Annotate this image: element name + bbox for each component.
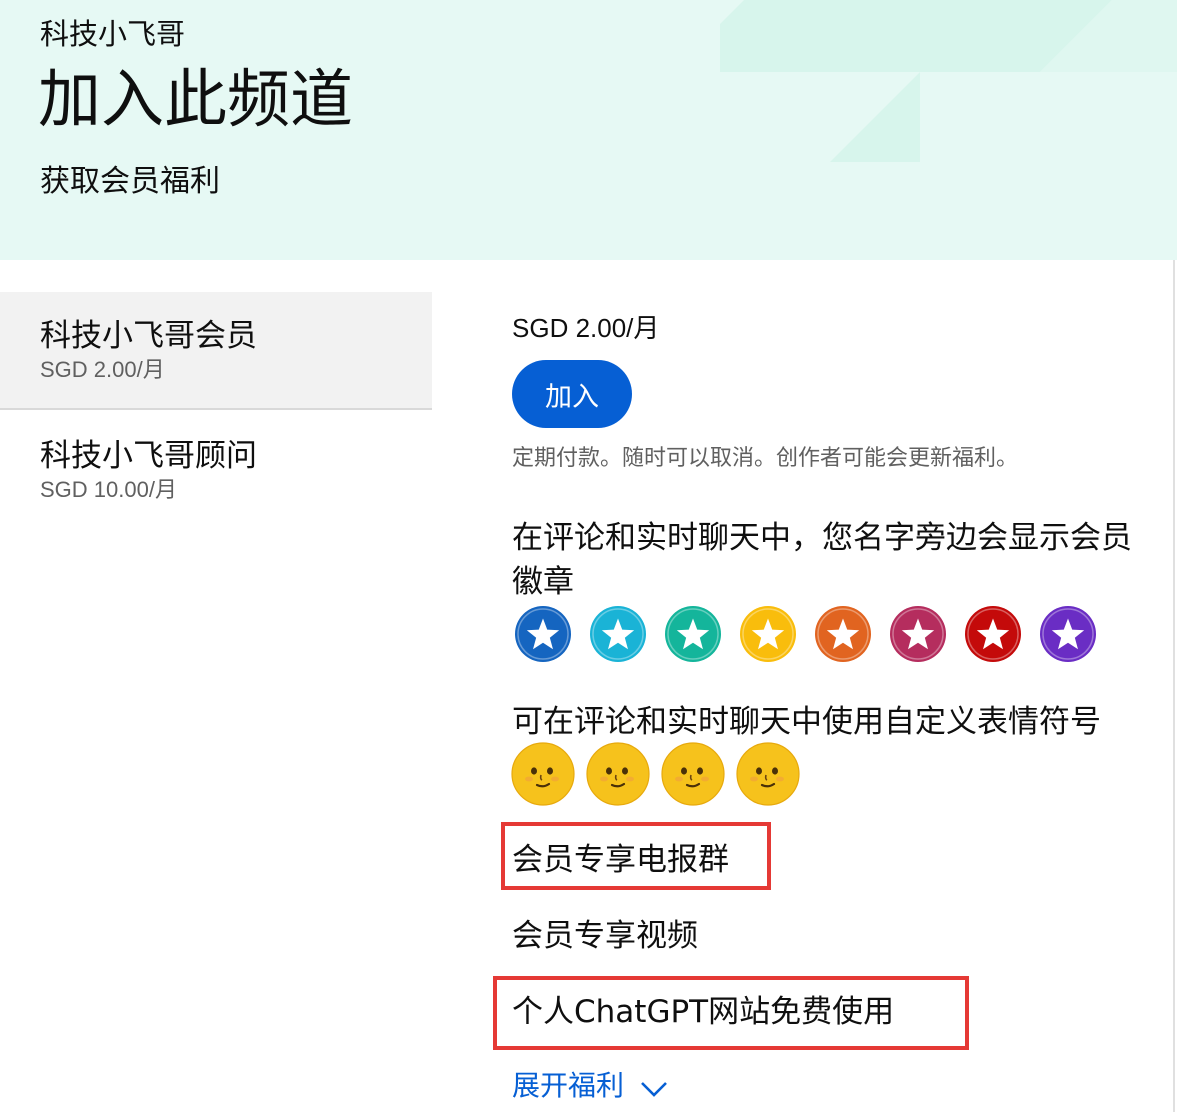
- panel-divider: [1173, 260, 1175, 1112]
- tier-name: 科技小飞哥会员: [40, 318, 257, 354]
- expand-perks-label: 展开福利: [512, 1069, 625, 1102]
- tier-advisor[interactable]: 科技小飞哥顾问 SGD 10.00/月: [0, 412, 432, 522]
- page-title: 加入此频道: [38, 63, 353, 136]
- member-badge-icon: [739, 605, 797, 663]
- billing-note: 定期付款。随时可以取消。创作者可能会更新福利。: [512, 446, 1019, 471]
- member-badge-icon: [814, 605, 872, 663]
- perk-custom-emoji: 可在评论和实时聊天中使用自定义表情符号: [512, 704, 1101, 740]
- tier-price: SGD 10.00/月: [40, 477, 177, 502]
- custom-emoji-icon: [661, 742, 725, 806]
- highlight-box: [501, 822, 771, 890]
- member-badge-icon: [889, 605, 947, 663]
- tier-price: SGD 2.00/月: [40, 357, 165, 382]
- selected-tier-price: SGD 2.00/月: [512, 313, 660, 343]
- custom-emoji-icon: [736, 742, 800, 806]
- perk-exclusive-videos: 会员专享视频: [512, 918, 698, 954]
- tier-name: 科技小飞哥顾问: [40, 438, 257, 474]
- member-badge-icon: [664, 605, 722, 663]
- member-badge-icon: [964, 605, 1022, 663]
- join-header: 科技小飞哥 加入此频道 获取会员福利: [0, 0, 1177, 260]
- page-subtitle: 获取会员福利: [40, 164, 220, 199]
- highlight-box: [493, 976, 969, 1050]
- member-badge-icon: [1039, 605, 1097, 663]
- member-badge-icon: [589, 605, 647, 663]
- join-button[interactable]: 加入: [512, 360, 632, 428]
- custom-emoji-icon: [586, 742, 650, 806]
- channel-name: 科技小飞哥: [40, 17, 186, 51]
- expand-perks-link[interactable]: 展开福利: [512, 1066, 668, 1106]
- member-badge-icon: [514, 605, 572, 663]
- chevron-down-icon: [641, 1082, 667, 1097]
- perk-member-badge: 在评论和实时聊天中，您名字旁边会显示会员徽章: [512, 520, 1132, 600]
- custom-emoji-icon: [511, 742, 575, 806]
- tier-member-selected[interactable]: 科技小飞哥会员 SGD 2.00/月: [0, 292, 432, 410]
